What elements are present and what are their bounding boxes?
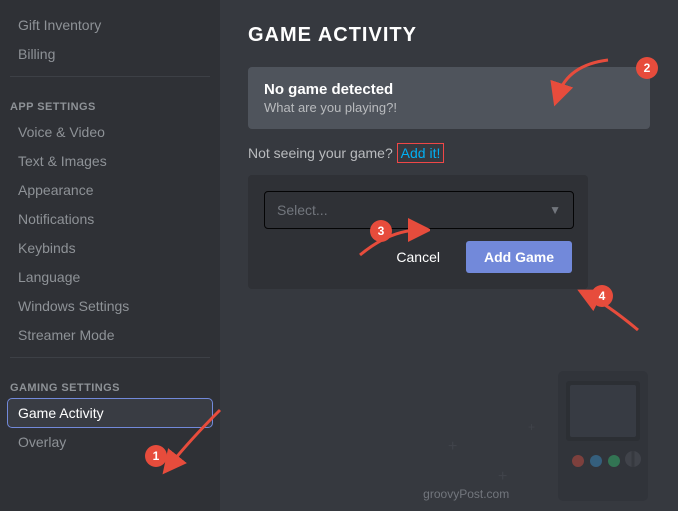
sidebar-item-label: Gift Inventory xyxy=(18,17,101,33)
sidebar-item-label: Billing xyxy=(18,46,55,62)
sidebar-item-label: Voice & Video xyxy=(18,124,105,140)
sidebar-item-label: Game Activity xyxy=(18,405,104,421)
sidebar-item-label: Notifications xyxy=(18,211,94,227)
svg-text:+: + xyxy=(448,438,457,455)
svg-text:+: + xyxy=(498,468,507,485)
page-title: GAME ACTIVITY xyxy=(248,24,650,47)
badge-2: 2 xyxy=(636,57,658,79)
badge-3: 3 xyxy=(370,220,392,242)
sidebar: Gift Inventory Billing APP SETTINGS Voic… xyxy=(0,0,220,511)
add-it-link[interactable]: Add it! xyxy=(397,143,445,163)
no-game-banner: No game detected What are you playing?! … xyxy=(248,67,650,129)
sidebar-item-voice-video[interactable]: Voice & Video xyxy=(8,118,212,146)
sidebar-item-gift-inventory[interactable]: Gift Inventory xyxy=(8,11,212,39)
cancel-button[interactable]: Cancel xyxy=(380,241,456,273)
sidebar-item-appearance[interactable]: Appearance xyxy=(8,176,212,204)
app-settings-label: APP SETTINGS xyxy=(0,85,220,117)
badge-4: 4 xyxy=(591,285,613,307)
sidebar-item-label: Appearance xyxy=(18,182,94,198)
game-select[interactable]: Select... ▼ xyxy=(264,191,574,229)
sidebar-divider-2 xyxy=(10,357,210,358)
sidebar-item-label: Streamer Mode xyxy=(18,327,114,343)
sidebar-item-game-activity[interactable]: Game Activity xyxy=(8,399,212,427)
sidebar-item-label: Text & Images xyxy=(18,153,107,169)
add-it-row: Not seeing your game? Add it! xyxy=(248,145,650,161)
select-placeholder: Select... xyxy=(277,202,328,218)
no-game-title: No game detected xyxy=(264,81,634,98)
sidebar-item-notifications[interactable]: Notifications xyxy=(8,205,212,233)
gaming-settings-label: GAMING SETTINGS xyxy=(0,366,220,398)
chevron-down-icon: ▼ xyxy=(549,203,561,217)
badge-1: 1 xyxy=(145,445,167,467)
select-container: Select... ▼ xyxy=(264,191,574,229)
main-content: GAME ACTIVITY No game detected What are … xyxy=(220,0,678,511)
sidebar-item-language[interactable]: Language xyxy=(8,263,212,291)
bg-illustration: + + + xyxy=(418,311,678,511)
sidebar-item-overlay[interactable]: Overlay xyxy=(8,428,212,456)
add-game-button[interactable]: Add Game xyxy=(466,241,572,273)
sidebar-item-keybinds[interactable]: Keybinds xyxy=(8,234,212,262)
sidebar-item-label: Keybinds xyxy=(18,240,76,256)
not-seeing-text: Not seeing your game? xyxy=(248,145,393,161)
sidebar-item-text-images[interactable]: Text & Images xyxy=(8,147,212,175)
sidebar-item-label: Windows Settings xyxy=(18,298,129,314)
sidebar-divider xyxy=(10,76,210,77)
dialog-area: Select... ▼ Cancel Add Game xyxy=(248,175,588,289)
watermark: groovyPost.com xyxy=(423,487,509,501)
sidebar-item-label: Language xyxy=(18,269,80,285)
svg-text:+: + xyxy=(528,420,535,434)
sidebar-item-streamer-mode[interactable]: Streamer Mode xyxy=(8,321,212,349)
dialog-buttons: Cancel Add Game xyxy=(264,241,572,273)
no-game-sub: What are you playing?! xyxy=(264,100,634,115)
sidebar-item-billing[interactable]: Billing xyxy=(8,40,212,68)
sidebar-item-label: Overlay xyxy=(18,434,66,450)
sidebar-item-windows-settings[interactable]: Windows Settings xyxy=(8,292,212,320)
